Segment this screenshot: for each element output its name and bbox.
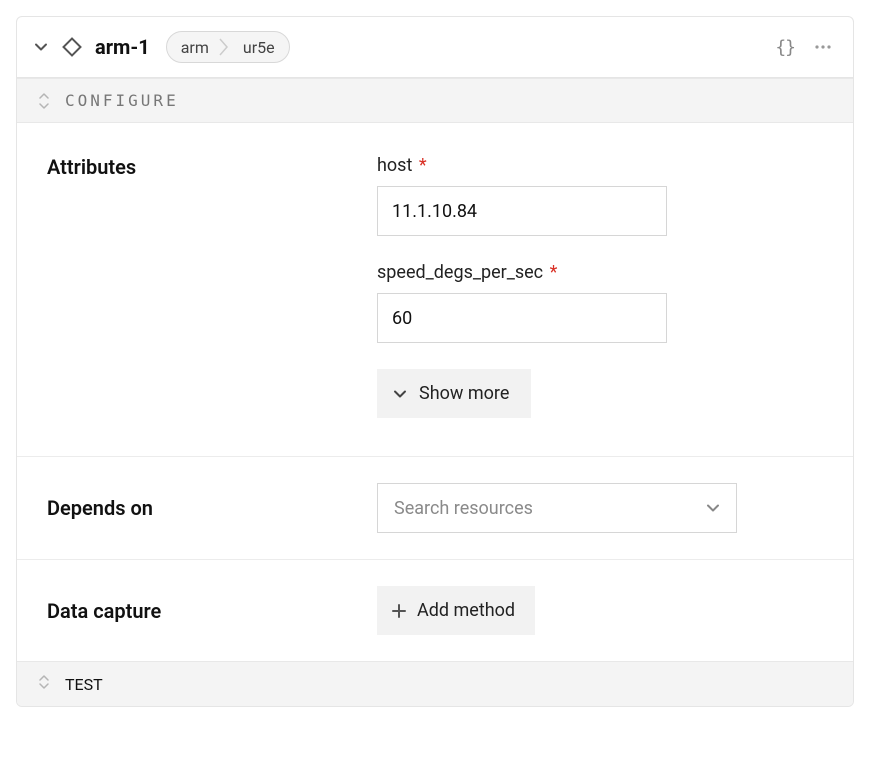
required-star: * — [414, 155, 426, 176]
show-more-label: Show more — [419, 383, 509, 404]
host-label: host * — [377, 155, 823, 176]
data-capture-label: Data capture — [47, 599, 377, 623]
component-type-icon — [61, 36, 83, 58]
chevron-down-icon — [33, 39, 49, 55]
test-section-bar[interactable]: TEST — [17, 661, 853, 706]
host-label-text: host — [377, 155, 412, 176]
speed-field: speed_degs_per_sec * — [377, 262, 823, 343]
add-method-button[interactable]: Add method — [377, 586, 535, 635]
attributes-fields: host * speed_degs_per_sec * Show more — [377, 155, 823, 418]
attributes-row: Attributes host * speed_degs_per_sec * — [47, 147, 823, 426]
card-header: arm-1 arm ur5e {} — [17, 17, 853, 78]
plus-icon — [391, 603, 407, 619]
data-capture-row: Data capture Add method — [17, 559, 853, 661]
collapse-card-toggle[interactable] — [33, 39, 49, 55]
required-star: * — [545, 262, 557, 283]
chevron-down-icon — [393, 387, 407, 401]
configure-section-title: CONFIGURE — [65, 91, 179, 110]
breadcrumb-model: ur5e — [229, 32, 289, 62]
model-breadcrumb[interactable]: arm ur5e — [166, 31, 290, 63]
add-method-label: Add method — [417, 600, 515, 621]
diamond-icon — [61, 36, 83, 58]
header-actions: {} — [775, 37, 833, 58]
speed-input[interactable] — [377, 293, 667, 343]
expand-section-icon — [37, 674, 51, 694]
configure-section-bar[interactable]: CONFIGURE — [17, 78, 853, 123]
json-mode-toggle[interactable]: {} — [775, 37, 795, 58]
depends-on-label: Depends on — [47, 496, 377, 520]
depends-on-row: Depends on Search resources — [17, 456, 853, 559]
show-more-button[interactable]: Show more — [377, 369, 531, 418]
test-section-title: TEST — [65, 675, 103, 694]
speed-label: speed_degs_per_sec * — [377, 262, 823, 283]
speed-label-text: speed_degs_per_sec — [377, 262, 543, 283]
depends-on-select[interactable]: Search resources — [377, 483, 737, 533]
chevron-right-icon — [219, 37, 229, 57]
resource-card: arm-1 arm ur5e {} CONFIGURE Attributes — [16, 16, 854, 707]
collapse-section-icon — [37, 93, 51, 109]
resource-name: arm-1 — [95, 35, 150, 59]
ellipsis-icon — [813, 37, 833, 57]
breadcrumb-api: arm — [167, 32, 219, 62]
host-field: host * — [377, 155, 823, 236]
show-more-wrapper: Show more — [377, 369, 823, 418]
depends-on-placeholder: Search resources — [394, 498, 533, 519]
attributes-label: Attributes — [47, 155, 377, 179]
configure-body: Attributes host * speed_degs_per_sec * — [17, 123, 853, 456]
more-menu-button[interactable] — [813, 37, 833, 57]
braces-icon: {} — [775, 37, 795, 58]
chevron-down-icon — [706, 501, 720, 515]
host-input[interactable] — [377, 186, 667, 236]
